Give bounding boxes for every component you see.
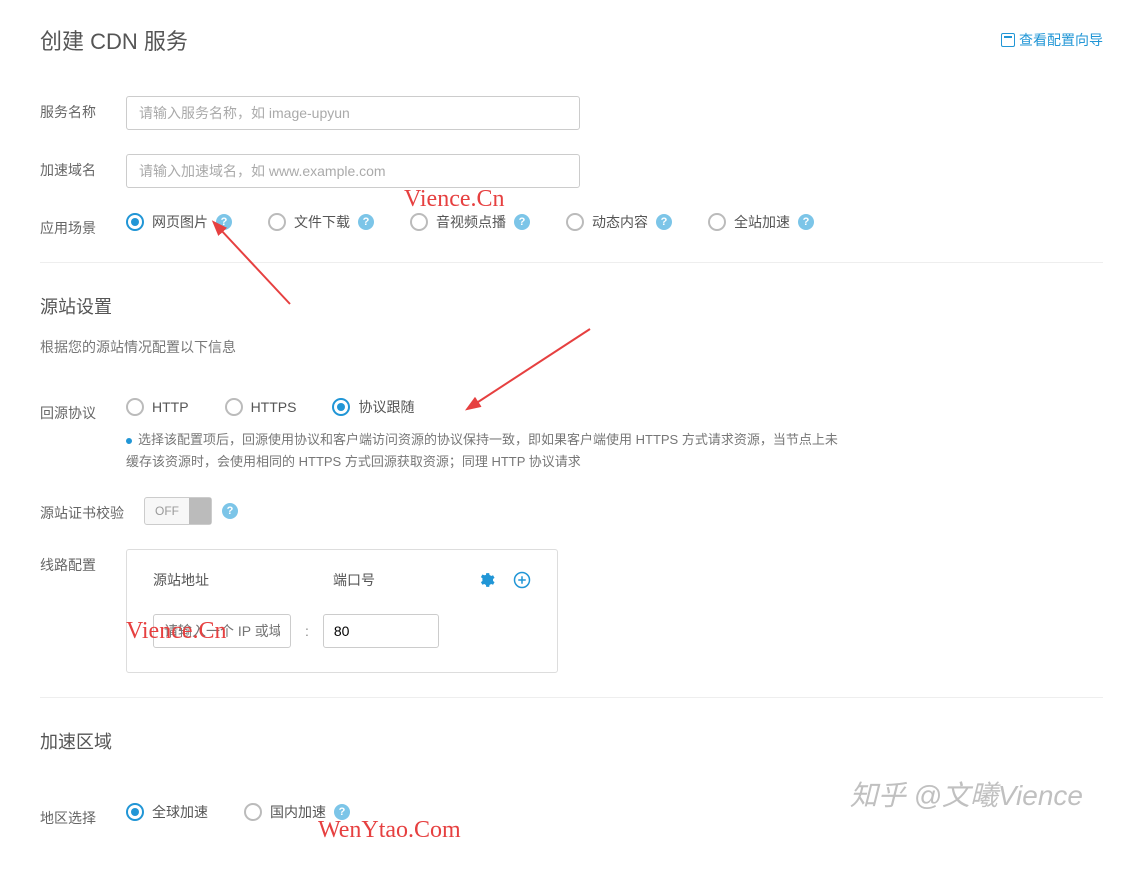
help-icon[interactable]: ? [656,214,672,230]
scenario-option-label: 全站加速 [734,212,790,232]
route-col-addr: 源站地址 [153,570,333,590]
plus-icon[interactable] [513,571,531,589]
help-icon[interactable]: ? [798,214,814,230]
region-label: 地区选择 [40,802,126,828]
help-icon[interactable]: ? [358,214,374,230]
region-option-domestic[interactable]: 国内加速 ? [244,802,350,822]
protocol-option-https[interactable]: HTTPS [225,398,297,416]
page-title: 创建 CDN 服务 [40,24,188,56]
radio-icon [244,803,262,821]
route-panel: 源站地址 端口号 : [126,549,558,673]
config-guide-link[interactable]: 查看配置向导 [1001,30,1103,50]
scenario-label: 应用场景 [40,212,126,238]
protocol-option-label: HTTPS [251,399,297,415]
domain-input[interactable] [126,154,580,188]
scenario-option-fullsite[interactable]: 全站加速 ? [708,212,814,232]
service-name-input[interactable] [126,96,580,130]
scenario-option-label: 音视频点播 [436,212,506,232]
service-name-label: 服务名称 [40,96,126,122]
scenario-option-dynamic[interactable]: 动态内容 ? [566,212,672,232]
protocol-option-label: 协议跟随 [358,397,414,417]
scenario-option-label: 动态内容 [592,212,648,232]
route-ip-input[interactable] [153,614,291,648]
route-label: 线路配置 [40,549,126,575]
cert-verify-toggle[interactable]: OFF [144,497,212,525]
origin-section-desc: 根据您的源站情况配置以下信息 [40,337,1103,357]
toggle-state-label: OFF [145,504,189,518]
toggle-knob [189,498,211,524]
watermark: Vience.Cn [404,186,505,213]
scenario-option-file-download[interactable]: 文件下载 ? [268,212,374,232]
route-port-input[interactable] [323,614,439,648]
protocol-option-label: HTTP [152,399,189,415]
guide-icon [1001,33,1015,47]
protocol-label: 回源协议 [40,397,126,423]
config-guide-label: 查看配置向导 [1019,30,1103,50]
scenario-option-av-vod[interactable]: 音视频点播 ? [410,212,530,232]
radio-icon [126,803,144,821]
gear-icon[interactable] [477,571,495,589]
region-option-label: 国内加速 [270,802,326,822]
region-section-title: 加速区域 [40,728,1103,754]
divider [40,262,1103,263]
scenario-option-label: 网页图片 [152,212,208,232]
domain-label: 加速域名 [40,154,126,180]
route-col-port: 端口号 [333,570,443,590]
cert-verify-label: 源站证书校验 [40,497,144,523]
radio-icon [126,398,144,416]
help-icon[interactable]: ? [514,214,530,230]
radio-icon [708,213,726,231]
region-option-global[interactable]: 全球加速 [126,802,208,822]
region-option-label: 全球加速 [152,802,208,822]
radio-icon [268,213,286,231]
protocol-option-http[interactable]: HTTP [126,398,189,416]
radio-icon [566,213,584,231]
help-icon[interactable]: ? [222,503,238,519]
help-icon[interactable]: ? [216,214,232,230]
bullet-icon [126,438,132,444]
protocol-option-follow[interactable]: 协议跟随 [332,397,414,417]
radio-icon [410,213,428,231]
radio-icon [332,398,350,416]
colon-separator: : [305,623,309,639]
origin-section-title: 源站设置 [40,293,1103,319]
scenario-option-web-image[interactable]: 网页图片 ? [126,212,232,232]
help-icon[interactable]: ? [334,804,350,820]
scenario-option-label: 文件下载 [294,212,350,232]
divider [40,697,1103,698]
radio-icon [126,213,144,231]
protocol-hint: 选择该配置项后，回源使用协议和客户端访问资源的协议保持一致，即如果客户端使用 H… [126,429,846,473]
radio-icon [225,398,243,416]
